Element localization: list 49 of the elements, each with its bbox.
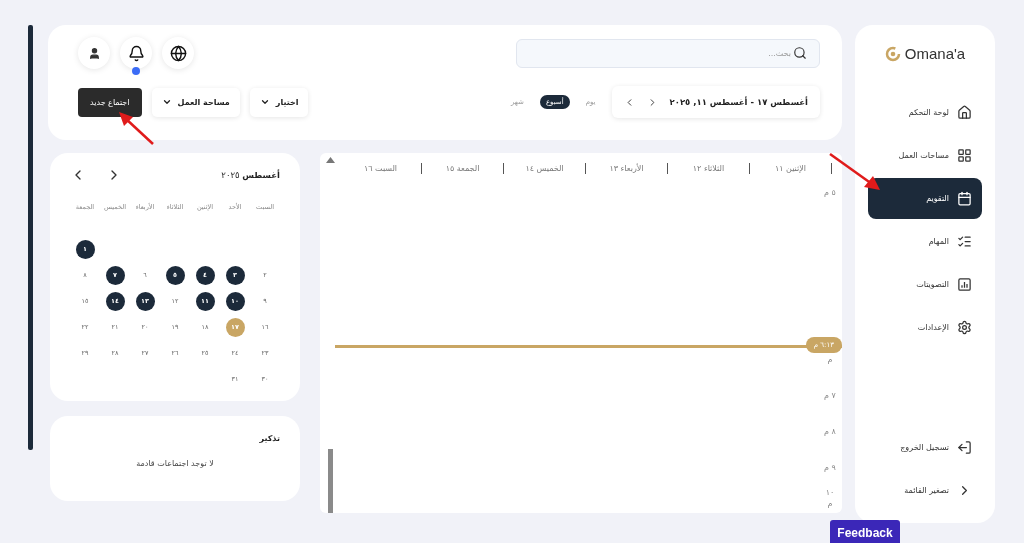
day-header: الثلاثاء ١٢ xyxy=(668,162,750,174)
profile-button[interactable] xyxy=(78,37,110,69)
scroll-up-icon[interactable] xyxy=(326,157,335,163)
user-icon xyxy=(87,46,101,60)
hour-label: ٩ م xyxy=(823,462,837,473)
calendar-icon xyxy=(957,191,972,206)
bell-icon xyxy=(127,44,145,62)
chevron-down-icon xyxy=(161,97,172,107)
logout-icon xyxy=(957,440,972,455)
day-header: الجمعة ١٥ xyxy=(422,162,504,174)
home-icon xyxy=(957,105,972,120)
nav-item[interactable]: لوحة التحكم xyxy=(868,92,982,133)
new-meeting-button[interactable]: اجتماع جديد xyxy=(78,87,142,117)
nav-item[interactable]: مساحات العمل xyxy=(868,135,982,176)
chevron-down-icon xyxy=(259,97,270,107)
nav-item[interactable]: الإعدادات xyxy=(868,307,982,348)
nav-item[interactable]: التقويم xyxy=(868,178,982,219)
day-header: الخميس ١٤ xyxy=(504,162,586,174)
search-icon xyxy=(793,46,807,60)
scrollbar-thumb[interactable] xyxy=(28,25,33,450)
filter-dropdown[interactable]: مساحة العمل xyxy=(151,87,240,117)
scrollbar-thumb[interactable] xyxy=(328,449,333,513)
collapse-menu-link[interactable]: تصغير القائمة xyxy=(868,470,982,511)
grid-icon xyxy=(957,148,972,163)
month-title: أغسطس ٢٠٢٥ xyxy=(221,170,280,180)
empty-message: لا توجد اجتماعات قادمة xyxy=(135,459,215,468)
logout-link[interactable]: تسجيل الخروج xyxy=(868,427,982,468)
hour-label: ٧ م xyxy=(823,390,837,401)
hour-label: م xyxy=(826,354,834,365)
filter-dropdown[interactable]: اختيار xyxy=(249,87,309,117)
nav-item[interactable]: المهام xyxy=(868,221,982,262)
bar-chart-icon xyxy=(957,277,972,292)
notifications-button[interactable] xyxy=(120,37,152,69)
logo-icon xyxy=(884,45,901,62)
hour-label: ٨ م xyxy=(823,426,837,437)
feedback-button[interactable]: Feedback xyxy=(830,520,900,543)
checklist-icon xyxy=(957,234,972,249)
day-header: السبت ١٦ xyxy=(340,162,422,174)
day-header: الأربعاء ١٣ xyxy=(586,162,668,174)
hour-label: ١٠ م xyxy=(824,487,836,509)
globe-icon xyxy=(169,44,187,62)
day-header: الإثنين ١١ xyxy=(750,162,832,174)
settings-icon xyxy=(957,320,972,335)
logo-text: Omana'a xyxy=(904,45,966,62)
language-button[interactable] xyxy=(162,37,194,69)
date-range: أغسطس ١٧ - أغسطس ١١, ٢٠٢٥ xyxy=(669,97,808,107)
nav-item[interactable]: التصويتات xyxy=(868,264,982,305)
hour-label: ٥ م xyxy=(823,187,837,198)
reminders-title: تذكير xyxy=(258,434,280,443)
